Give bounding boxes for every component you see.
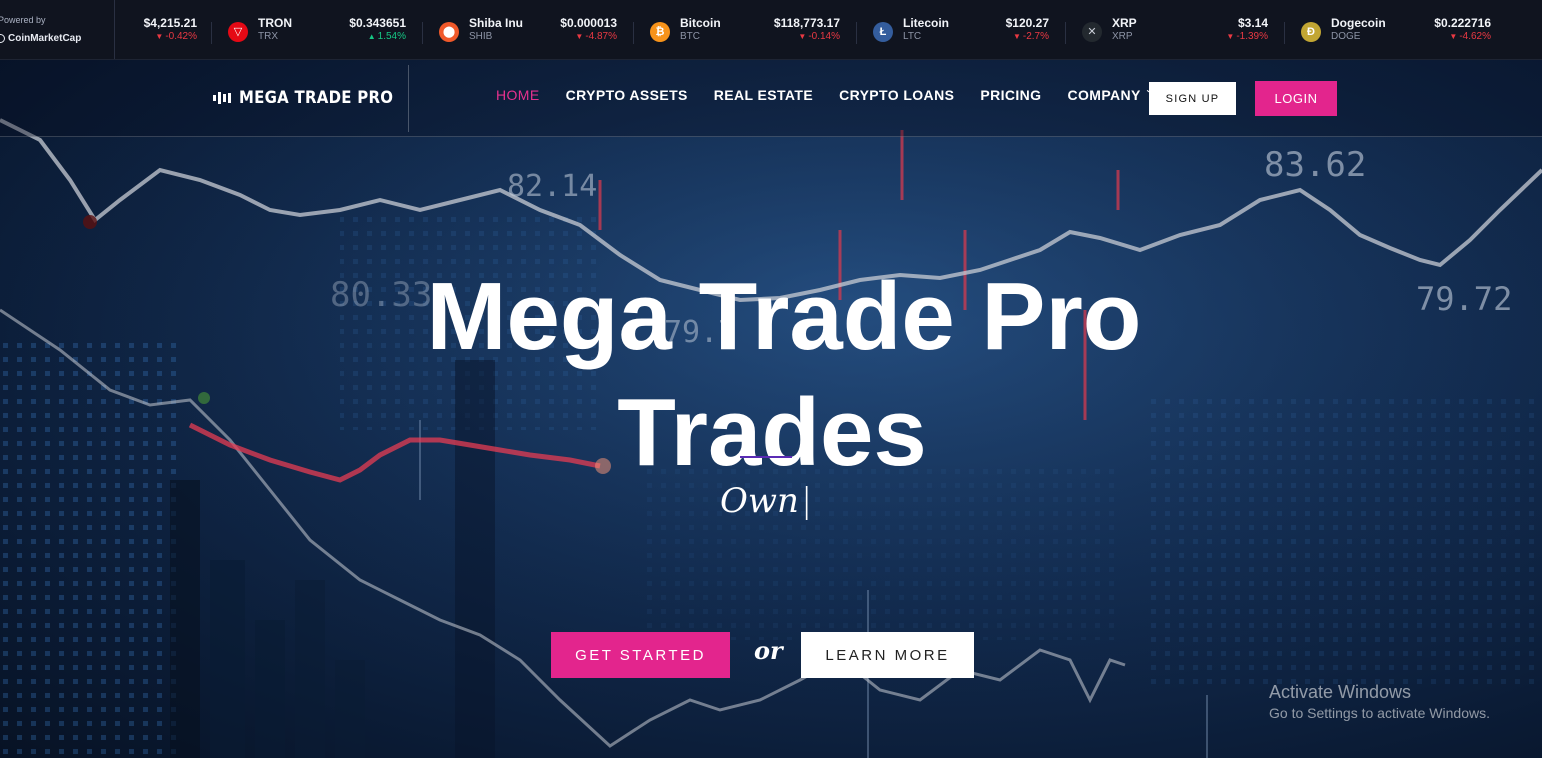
down-arrow-icon: ▼ [798,31,807,41]
nav-pricing[interactable]: PRICING [980,87,1041,103]
provider-name: CoinMarketCap [8,32,82,44]
hero-title-line1: Mega Trade Pro [426,263,1142,370]
bitcoin-icon: ₿ [650,21,670,42]
ticker-price: $120.27 [1005,15,1049,30]
coin-name: Litecoin [903,15,950,30]
coin-name: Shiba Inu [469,15,523,30]
ticker-change: ▼ -0.14% [798,30,840,42]
ticker-price: $0.222716 [1434,15,1491,30]
ticker-price: $3.14 [1237,15,1268,30]
down-arrow-icon: ▼ [1449,31,1458,41]
nav-crypto-loans[interactable]: CRYPTO LOANS [839,87,954,103]
down-arrow-icon: ▼ [575,31,584,41]
ticker-price: $118,773.17 [773,15,840,30]
or-separator: or [754,636,783,665]
ticker-change: ▼ -0.42% [155,30,197,42]
up-arrow-icon: ▲ [367,31,376,41]
learn-more-button[interactable]: LEARN MORE [801,632,974,678]
ticker-price: $0.343651 [349,15,406,30]
nav-company[interactable]: COMPANY﹀ [1067,87,1156,103]
ticker-item-shiba-inu[interactable]: ⬤ Shiba Inu SHIB $0.000013 ▼ -4.87% [439,0,650,59]
coin-symbol: BTC [680,30,700,42]
coin-symbol: TRX [258,30,278,42]
crypto-price-ticker: Powered by CoinMarketCap $4,215.21 ▼ -0.4… [0,0,1542,60]
get-started-button[interactable]: GET STARTED [551,632,730,678]
brand-logo[interactable]: MEGA TRADE PRO [213,88,414,108]
nav-divider [408,65,409,132]
ticker-divider [211,21,212,44]
ticker-item-xrp[interactable]: ✕ XRP XRP $3.14 ▼ -1.39% [1082,0,1301,59]
ticker-item-partial[interactable]: $4,215.21 ▼ -0.42% [115,0,228,59]
typed-word: Own [720,481,799,521]
coin-name: XRP [1112,15,1137,30]
nav-crypto-assets[interactable]: CRYPTO ASSETS [566,87,688,103]
ticker-divider [422,21,423,44]
shiba-icon: ⬤ [439,21,459,42]
ticker-item-dogecoin[interactable]: Ð Dogecoin DOGE $0.222716 ▼ -4.62% [1301,0,1491,59]
ticker-divider [1284,21,1285,44]
coin-name: Bitcoin [680,15,721,30]
ticker-divider [633,21,634,44]
powered-by-badge[interactable]: Powered by CoinMarketCap [0,0,115,59]
down-arrow-icon: ▼ [155,31,164,41]
login-button[interactable]: LOGIN [1255,81,1337,116]
powered-by-text: Powered by [0,14,46,25]
activation-subtitle: Go to Settings to activate Windows. [1269,705,1490,721]
coinmarketcap-logo: CoinMarketCap [0,33,81,44]
nav-company-label: COMPANY [1067,87,1141,103]
ticker-item-tron[interactable]: ▽ TRON TRX $0.343651 ▲ 1.54% [228,0,439,59]
coin-symbol: XRP [1112,30,1133,42]
activation-title: Activate Windows [1269,682,1412,702]
signup-button[interactable]: SIGN UP [1149,82,1236,115]
coin-symbol: LTC [903,30,922,42]
coin-symbol: DOGE [1331,30,1361,42]
xrp-icon: ✕ [1082,21,1102,42]
ticker-item-litecoin[interactable]: Ł Litecoin LTC $120.27 ▼ -2.7% [873,0,1082,59]
ticker-item-bitcoin[interactable]: ₿ Bitcoin BTC $118,773.17 ▼ -0.14% [650,0,873,59]
coinmarketcap-icon [0,33,5,43]
typing-cursor: | [800,481,813,521]
ticker-price: $4,215.21 [143,15,197,30]
primary-menu: HOME CRYPTO ASSETS REAL ESTATE CRYPTO LO… [496,87,1156,103]
bg-number-label: 82.14 [507,169,597,204]
down-arrow-icon: ▼ [1012,31,1021,41]
coin-name: Dogecoin [1331,15,1386,30]
nav-home[interactable]: HOME [496,87,540,103]
ticker-change: ▼ -1.39% [1226,30,1268,42]
bg-number-label: 83.62 [1264,145,1366,185]
candlestick-logo-icon [213,91,231,105]
ticker-change: ▲ 1.54% [367,30,406,42]
ticker-change: ▼ -4.87% [575,30,617,42]
coin-name: TRON [258,15,292,30]
tron-icon: ▽ [228,21,248,42]
windows-activation-watermark: Activate Windows Go to Settings to activ… [1269,682,1490,721]
ticker-change: ▼ -2.7% [1012,30,1049,42]
ticker-change: ▼ -4.62% [1449,30,1491,42]
typed-underline [740,456,792,458]
down-arrow-icon: ▼ [1226,31,1235,41]
brand-name: MEGA TRADE PRO [239,88,394,108]
typed-text: Own| [720,481,812,521]
litecoin-icon: Ł [873,21,893,42]
ticker-divider [856,21,857,44]
hero-title-line2: Trades [617,379,927,486]
nav-real-estate[interactable]: REAL ESTATE [714,87,813,103]
coin-symbol: SHIB [469,30,493,42]
ticker-divider [1065,21,1066,44]
dogecoin-icon: Ð [1301,21,1321,42]
ticker-price: $0.000013 [560,15,617,30]
